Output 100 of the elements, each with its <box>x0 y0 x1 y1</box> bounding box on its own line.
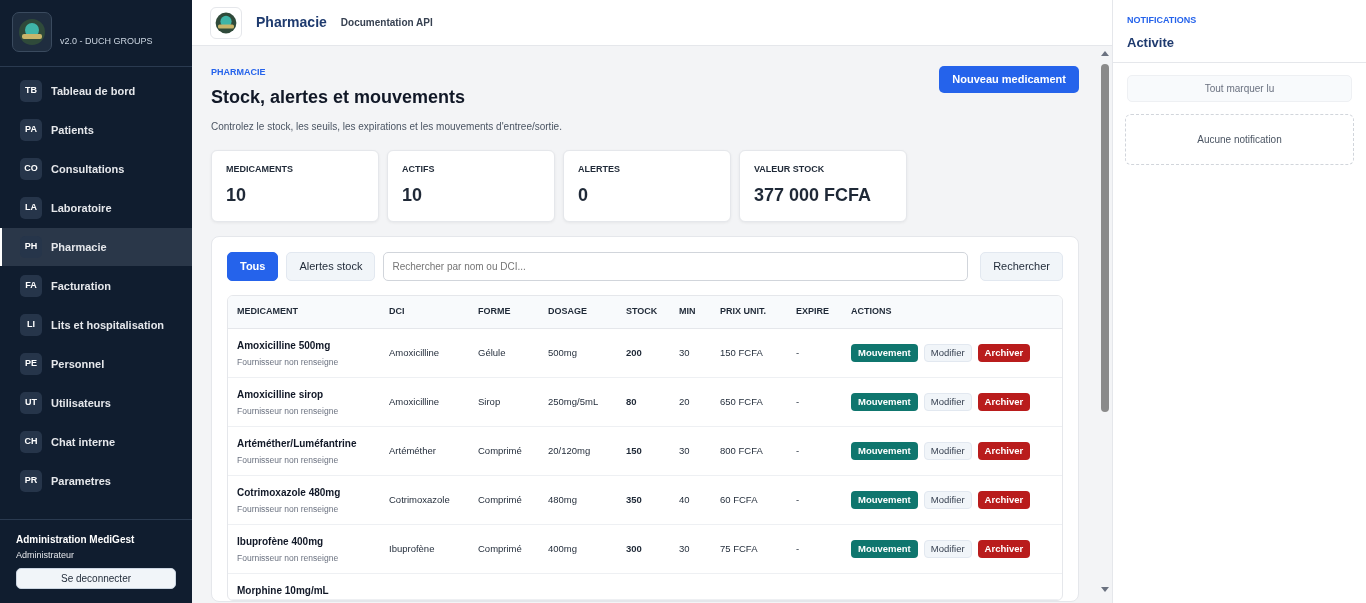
table-cell-text: 300 <box>626 541 643 556</box>
table-cell-text: 30 <box>679 345 691 360</box>
table-cell-text: - <box>796 345 801 360</box>
medication-name: Amoxicilline sirop <box>237 387 325 402</box>
column-header: DCI <box>389 305 406 319</box>
edit-button[interactable]: Modifier <box>923 441 972 461</box>
sidebar-item[interactable]: CO Consultations <box>0 150 192 188</box>
search-field[interactable]: Rechercher par nom ou DCI... <box>383 252 969 281</box>
stat-label: ACTIFS <box>402 162 436 176</box>
edit-button[interactable]: Modifier <box>923 392 972 412</box>
column-header: FORME <box>478 305 512 319</box>
section-title: Stock, alertes et mouvements <box>211 85 466 109</box>
table-cell-text: 40 <box>679 492 691 507</box>
sidebar-item[interactable]: PH Pharmacie <box>0 228 192 266</box>
table-cell-text: 30 <box>679 541 691 556</box>
notifications-label: NOTIFICATIONS <box>1127 14 1198 27</box>
logout-button[interactable]: Se deconnecter <box>16 568 176 589</box>
table-cell-text: Sirop <box>478 394 502 409</box>
mark-all-read-button[interactable]: Tout marquer lu <box>1127 75 1352 102</box>
edit-button[interactable]: Modifier <box>923 539 972 559</box>
table-cell-text: 480mg <box>548 492 579 507</box>
new-medication-button[interactable]: Nouveau medicament <box>939 66 1079 93</box>
supplier-label: Fournisseur non renseigne <box>237 404 340 418</box>
stat-label: MEDICAMENTS <box>226 162 294 176</box>
sidebar-item[interactable]: CH Chat interne <box>0 423 192 461</box>
filter-button[interactable]: Alertes stock <box>286 252 376 281</box>
notifications-title: Activite <box>1127 33 1175 52</box>
table-cell-text: 150 <box>626 443 643 458</box>
medication-name: Amoxicilline 500mg <box>237 338 332 353</box>
movement-button[interactable]: Mouvement <box>851 490 918 510</box>
sidebar-item[interactable]: PR Parametres <box>0 462 192 500</box>
api-docs-link[interactable]: Documentation API <box>340 15 433 30</box>
edit-button[interactable]: Modifier <box>923 343 972 363</box>
archive-button[interactable]: Archiver <box>977 539 1031 559</box>
version-label: v2.0 - DUCH GROUPS <box>60 34 153 48</box>
user-role: Administrateur <box>16 548 76 562</box>
table-cell-text: Comprimé <box>478 443 523 458</box>
supplier-label: Fournisseur non renseigne <box>237 551 340 565</box>
filter-button[interactable]: Tous <box>227 252 279 281</box>
table-cell-text: 200 <box>626 345 643 360</box>
table-cell-text: 60 FCFA <box>720 492 759 507</box>
section-label: PHARMACIE <box>211 66 267 79</box>
medication-name: Morphine 10mg/mL <box>237 584 330 598</box>
sidebar-item[interactable]: TB Tableau de bord <box>0 72 192 110</box>
column-header: MEDICAMENT <box>237 305 299 319</box>
column-header: DOSAGE <box>548 305 588 319</box>
supplier-label: Fournisseur non renseigne <box>237 502 340 516</box>
stat-label: VALEUR STOCK <box>754 162 826 176</box>
table-cell-text: 350 <box>626 492 643 507</box>
movement-button[interactable]: Mouvement <box>851 539 918 559</box>
table-cell-text: 500mg <box>548 345 579 360</box>
sidebar-item[interactable]: PE Personnel <box>0 345 192 383</box>
sidebar-item[interactable]: LA Laboratoire <box>0 189 192 227</box>
table-cell-text: - <box>796 541 801 556</box>
archive-button[interactable]: Archiver <box>977 392 1031 412</box>
supplier-label: Fournisseur non renseigne <box>237 453 340 467</box>
supplier-label: Fournisseur non renseigne <box>237 355 340 369</box>
section-description: Controlez le stock, les seuils, les expirations et les mouvements d'entree/sortie. <box>211 119 563 134</box>
logo-icon <box>12 12 52 52</box>
table-cell-text: Amoxicilline <box>389 394 441 409</box>
archive-button[interactable]: Archiver <box>977 343 1031 363</box>
table-cell-text: 400mg <box>548 541 579 556</box>
archive-button[interactable]: Archiver <box>977 490 1031 510</box>
sidebar-item[interactable]: FA Facturation <box>0 267 192 305</box>
archive-button[interactable]: Archiver <box>977 441 1031 461</box>
table-cell-text: Gélule <box>478 345 507 360</box>
medication-name: Cotrimoxazole 480mg <box>237 485 342 500</box>
table-cell-text: 20/120mg <box>548 443 592 458</box>
table-cell-text: Ibuprofène <box>389 541 436 556</box>
search-button[interactable]: Rechercher <box>980 252 1063 281</box>
column-header: MIN <box>679 305 697 319</box>
movement-button[interactable]: Mouvement <box>851 343 918 363</box>
table-cell-text: - <box>796 492 801 507</box>
user-name: Administration MediGest <box>16 532 136 547</box>
sidebar-item[interactable]: PA Patients <box>0 111 192 149</box>
table-cell-text: 150 FCFA <box>720 345 764 360</box>
medication-name: Artéméther/Luméfantrine <box>237 436 358 451</box>
page-title: Pharmacie <box>256 13 327 32</box>
stat-label: ALERTES <box>578 162 621 176</box>
logo-icon <box>210 6 242 39</box>
table-cell-text: 650 FCFA <box>720 394 764 409</box>
medication-name: Ibuprofène 400mg <box>237 534 325 549</box>
table-cell-text: Comprimé <box>478 492 523 507</box>
column-header: EXPIRE <box>796 305 830 319</box>
table-cell-text: 30 <box>679 443 691 458</box>
edit-button[interactable]: Modifier <box>923 490 972 510</box>
table-cell-text: 800 FCFA <box>720 443 764 458</box>
column-header: STOCK <box>626 305 659 319</box>
column-header: ACTIONS <box>851 305 893 319</box>
stat-value: 377 000 FCFA <box>754 184 873 207</box>
sidebar-item[interactable]: LI Lits et hospitalisation <box>0 306 192 344</box>
sidebar-item[interactable]: UT Utilisateurs <box>0 384 192 422</box>
empty-notifications-message: Aucune notification <box>1125 114 1354 165</box>
table-cell-text: Comprimé <box>478 541 523 556</box>
table-cell-text: Amoxicilline <box>389 345 441 360</box>
movement-button[interactable]: Mouvement <box>851 392 918 412</box>
movement-button[interactable]: Mouvement <box>851 441 918 461</box>
table-cell-text: 80 <box>626 394 638 409</box>
table-cell-text: 75 FCFA <box>720 541 759 556</box>
table-cell-text: Cotrimoxazole <box>389 492 451 507</box>
